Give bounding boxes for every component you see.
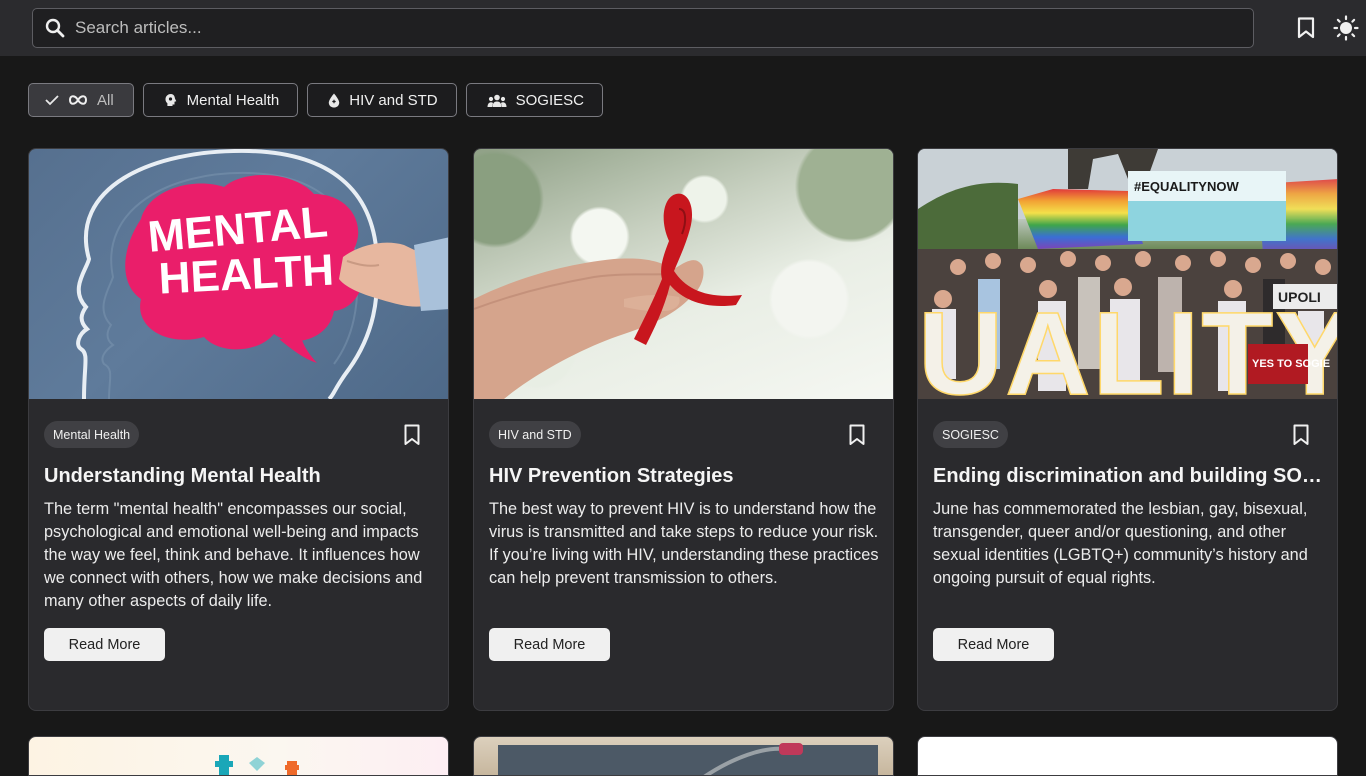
bookmark-icon[interactable]: [1290, 424, 1312, 446]
article-title[interactable]: Ending discrimination and building SOGIE…: [933, 465, 1323, 488]
article-title[interactable]: HIV Prevention Strategies: [489, 465, 879, 488]
read-more-button[interactable]: Read More: [933, 628, 1054, 661]
category-badge: SOGIESC: [933, 421, 1008, 448]
filter-label: All: [97, 91, 114, 109]
article-card: MENTAL HEALTH Mental Health Understandin…: [28, 148, 449, 711]
check-icon: [45, 94, 59, 106]
bookmarks-icon[interactable]: [1292, 14, 1320, 42]
people-icon: [487, 94, 507, 107]
filter-mental-health[interactable]: Mental Health: [142, 83, 299, 117]
image-caption-equality-now: #EQUALITYNOW: [1134, 179, 1239, 194]
filter-label: Mental Health: [186, 91, 280, 109]
article-title[interactable]: Understanding Mental Health: [44, 465, 434, 488]
filter-hiv-std[interactable]: HIV and STD: [307, 83, 457, 117]
article-description: The best way to prevent HIV is to unders…: [489, 500, 879, 587]
read-more-button[interactable]: Read More: [489, 628, 610, 661]
article-image: #EQUALITYNOW UALITY YES TO SOGIE UPOLI: [918, 149, 1337, 399]
article-description: The term "mental health" encompasses our…: [44, 500, 423, 610]
filter-all[interactable]: All: [28, 83, 134, 117]
filter-label: SOGIESC: [515, 91, 584, 109]
search-bar[interactable]: [32, 8, 1254, 48]
drop-icon: [328, 93, 340, 108]
search-icon: [35, 18, 75, 38]
search-input[interactable]: [75, 9, 1253, 47]
category-badge: HIV and STD: [489, 421, 581, 448]
image-caption-yes-to-sogie: YES TO SOGIE: [1252, 358, 1330, 370]
article-image: MENTAL HEALTH: [29, 149, 448, 399]
puzzle-image: [215, 755, 299, 775]
category-badge: Mental Health: [44, 421, 140, 448]
brain-icon: [164, 93, 178, 107]
infinity-icon: [68, 94, 88, 106]
category-filters: All Mental Health HIV and STD SOGIESC: [28, 83, 603, 117]
filter-sogiesc[interactable]: SOGIESC: [465, 83, 603, 117]
bookmark-icon[interactable]: [846, 424, 868, 446]
image-caption-health: HEALTH: [157, 245, 334, 303]
article-card: HIV and STD HIV Prevention Strategies Th…: [473, 148, 894, 711]
article-image: [474, 149, 893, 399]
article-card-partial[interactable]: [28, 736, 449, 776]
article-card: #EQUALITYNOW UALITY YES TO SOGIE UPOLI S…: [917, 148, 1338, 711]
article-card-partial[interactable]: [473, 736, 894, 776]
light-mode-icon[interactable]: [1332, 14, 1360, 42]
filter-label: HIV and STD: [349, 91, 438, 109]
bookmark-icon[interactable]: [401, 424, 423, 446]
article-description: June has commemorated the lesbian, gay, …: [933, 500, 1308, 587]
stethoscope-image: [498, 743, 878, 775]
image-caption-upoli: UPOLI: [1278, 289, 1321, 305]
top-bar: [0, 0, 1366, 56]
article-card-partial[interactable]: [917, 736, 1338, 776]
read-more-button[interactable]: Read More: [44, 628, 165, 661]
